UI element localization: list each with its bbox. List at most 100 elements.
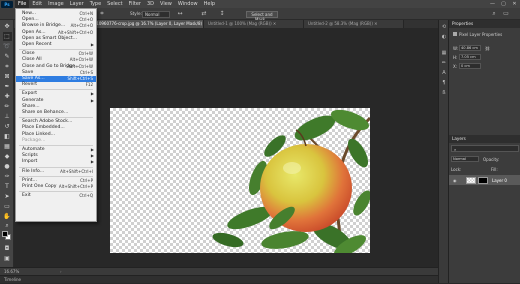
character-icon[interactable]: A [441, 70, 448, 77]
photoshop-logo-icon[interactable]: Ps [1, 0, 13, 8]
x-label: X: [453, 64, 458, 69]
width-icon[interactable]: ↔ [176, 10, 184, 18]
history-icon[interactable]: ⟲ [441, 24, 448, 31]
adjustments-icon[interactable]: ◐ [441, 34, 448, 41]
file-menu-item-share-on-behance[interactable]: Share on Behance... [16, 110, 96, 116]
menu-separator [19, 166, 93, 168]
width-field[interactable]: 40.86 cm [459, 45, 481, 51]
quick-select-tool-icon[interactable]: ✎ [3, 52, 12, 61]
menu-item-label: Share on Behance... [22, 110, 69, 115]
menu-file[interactable]: File [15, 0, 30, 8]
maximize-icon[interactable]: ▢ [498, 0, 509, 8]
menu-item-label: Exit [22, 193, 31, 199]
healing-tool-icon[interactable]: ✚ [3, 92, 12, 101]
file-menu-item-package[interactable]: Package... [16, 138, 96, 144]
file-menu-item-exit[interactable]: Exit Ctrl+Q [16, 193, 96, 199]
menu-item-label: File Info... [22, 168, 45, 174]
brush-settings-icon[interactable]: ✏ [441, 60, 448, 67]
tab-properties[interactable]: Properties [449, 20, 520, 28]
document-tab[interactable]: Untitled-1 @ 100% (Mag (RGB)) ✕ [204, 20, 304, 28]
window-controls: — ▢ ✕ [487, 0, 520, 8]
lasso-tool-icon[interactable]: ➰ [3, 42, 12, 51]
layer-filter[interactable]: ⌕ [451, 145, 519, 152]
document-canvas[interactable] [110, 108, 370, 253]
workspace-icon[interactable]: ▭ [502, 10, 510, 18]
select-and-mask-button[interactable]: Select and Mask... [246, 10, 278, 22]
file-menu-item-import[interactable]: Import ▶ [16, 159, 96, 165]
shape-tool-icon[interactable]: ▭ [3, 202, 12, 211]
crop-tool-icon[interactable]: ⌗ [3, 62, 12, 71]
menu-window[interactable]: Window [175, 0, 201, 8]
file-menu-item-print-one-copy[interactable]: Print One Copy Alt+Shift+Ctrl+P [16, 184, 96, 190]
apple-image [212, 109, 370, 253]
gradient-tool-icon[interactable]: ▦ [3, 142, 12, 151]
minimize-icon[interactable]: — [487, 0, 498, 8]
layer-name[interactable]: Layer 0 [492, 178, 507, 183]
swap-icon[interactable]: ⇄ [200, 10, 208, 18]
glyphs-icon[interactable]: ß [441, 90, 448, 97]
layers-panel: Layers ⌕ Normal Opacity: Lock: Fill: ◉ L… [449, 135, 520, 185]
eyedropper-tool-icon[interactable]: ✒ [3, 82, 12, 91]
history-brush-tool-icon[interactable]: ↺ [3, 122, 12, 131]
path-select-tool-icon[interactable]: ➤ [3, 192, 12, 201]
zoom-tool-icon[interactable]: ⌕ [3, 221, 12, 230]
brush-tool-icon[interactable]: ✏ [3, 102, 12, 111]
menu-type[interactable]: Type [87, 0, 104, 8]
menu-edit[interactable]: Edit [29, 0, 45, 8]
file-menu-item-open-recent[interactable]: Open Recent ▶ [16, 42, 96, 48]
screen-mode-icon[interactable]: ▣ [3, 254, 12, 263]
menu-layer[interactable]: Layer [67, 0, 87, 8]
foreground-color-swatch[interactable] [2, 231, 8, 237]
menu-filter[interactable]: Filter [126, 0, 144, 8]
type-tool-icon[interactable]: T [3, 182, 12, 191]
menu-image[interactable]: Image [45, 0, 67, 8]
menu-3d[interactable]: 3D [144, 0, 157, 8]
menu-item-shortcut: Alt+Shift+Ctrl+P [58, 184, 93, 189]
height-icon[interactable]: ↕ [218, 10, 226, 18]
stamp-tool-icon[interactable]: ⊥ [3, 112, 12, 121]
layer-mask-thumbnail[interactable] [478, 176, 488, 184]
layer-thumbnail [466, 176, 476, 184]
style-select[interactable]: Normal [142, 10, 170, 18]
submenu-arrow-icon: ▶ [90, 159, 94, 165]
document-tab[interactable]: Untitled-2 @ 58.3% (Mag (RGB)) ✕ [304, 20, 404, 28]
status-bar: 16.67% › [0, 267, 438, 275]
search-icon[interactable]: ⌕ [490, 10, 498, 18]
menu-item-label: Print One Copy [22, 184, 57, 189]
menu-item-label: Import [22, 159, 38, 165]
move-tool-icon[interactable]: ✥ [3, 22, 12, 31]
hand-tool-icon[interactable]: ✋ [3, 212, 12, 221]
visibility-eye-icon[interactable]: ◉ [453, 178, 457, 183]
layer-row[interactable]: ◉ Layer 0 [449, 175, 520, 185]
eraser-tool-icon[interactable]: ◧ [3, 132, 12, 141]
close-icon[interactable]: ✕ [509, 0, 520, 8]
height-field[interactable]: 7.05 cm [459, 54, 481, 60]
menu-item-shortcut: Alt+Shift+Ctrl+I [60, 168, 93, 174]
feather-icon[interactable]: ⌗ [98, 10, 106, 18]
menu-select[interactable]: Select [104, 0, 125, 8]
menu-item-label: Open Recent [22, 42, 52, 47]
swatches-icon[interactable]: ▦ [441, 50, 448, 57]
blur-tool-icon[interactable]: ◆ [3, 152, 12, 161]
pen-tool-icon[interactable]: ✑ [3, 172, 12, 181]
file-menu-item-file-info[interactable]: File Info... Alt+Shift+Ctrl+I [16, 169, 96, 175]
menu-view[interactable]: View [157, 0, 175, 8]
menu-separator [19, 145, 93, 146]
filter-kind-icon: ⌕ [454, 147, 457, 152]
timeline-bar: Timeline [0, 275, 438, 283]
x-field[interactable]: 0 cm [459, 63, 481, 69]
frame-tool-icon[interactable]: ⊠ [3, 72, 12, 81]
paragraph-icon[interactable]: ¶ [441, 80, 448, 87]
link-icon[interactable]: ⛓ [485, 46, 490, 51]
fill-label: Fill: [491, 167, 498, 172]
submenu-arrow-icon: ▶ [90, 42, 94, 47]
file-menu-item-revert[interactable]: Revert F12 [16, 82, 96, 88]
menu-help[interactable]: Help [201, 0, 218, 8]
menu-item-label: Revert [22, 82, 38, 88]
dodge-tool-icon[interactable]: ● [3, 162, 12, 171]
tab-layers[interactable]: Layers [449, 135, 520, 143]
quick-mask-icon[interactable]: ◘ [3, 244, 12, 253]
marquee-tool-icon[interactable]: ⬚ [2, 32, 12, 41]
menu-separator [19, 175, 93, 177]
blend-mode-select[interactable]: Normal [451, 156, 479, 162]
